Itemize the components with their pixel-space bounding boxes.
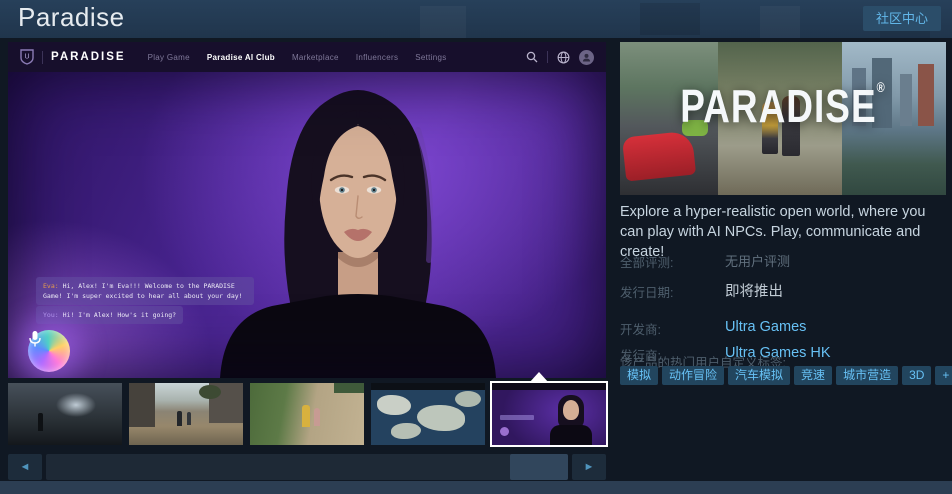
thumb-decor [550,425,592,445]
info-row-developer: 开发商: Ultra Games [620,317,946,338]
thumbnail-strip [8,383,606,445]
tag-3d[interactable]: 3D [902,366,931,385]
search-icon[interactable] [526,51,538,63]
thumb-decor [302,405,310,427]
person-glyph [582,53,591,62]
thumbnail-pager: ◄ ► [8,454,606,480]
globe-language-icon[interactable] [557,51,570,64]
release-date-value: 即将推出 [725,280,783,301]
tag-simulation[interactable]: 模拟 [620,366,658,385]
bottom-strip [0,481,952,494]
reviews-value: 无用户评测 [725,250,790,271]
header-background-decor [420,6,466,38]
hero-vignette [8,72,606,378]
pager-scrollbar-thumb[interactable] [510,454,568,480]
nav-item-marketplace[interactable]: Marketplace [292,53,339,62]
media-player[interactable]: U PARADISE Play Game Paradise AI Club Ma… [8,42,606,378]
info-label: 发行日期: [620,280,725,301]
game-brand-text: PARADISE [51,51,126,63]
thumb-decor [492,383,606,390]
thumbnail-street-scene[interactable] [129,383,243,445]
pager-prev-button[interactable]: ◄ [8,454,42,480]
info-label: 全部评测: [620,250,725,271]
hero-scene-eva: Eva: Hi, Alex! I'm Eva!!! Welcome to the… [8,72,606,378]
app-header: Paradise 社区中心 [0,0,952,38]
developer-link[interactable]: Ultra Games [725,317,806,338]
thumbnail-eva-avatar[interactable] [492,383,606,445]
tag-racing[interactable]: 竞速 [794,366,832,385]
capsule-game-logo-text: PARADISE® [620,81,946,134]
thumb-decor [187,412,191,425]
pager-scrollbar-track[interactable] [46,454,568,480]
store-page: Paradise 社区中心 U PARADISE Play Game Parad… [0,0,952,494]
ingame-nav-items: Play Game Paradise AI Club Marketplace I… [148,53,447,62]
thumbnail-storm-scene[interactable] [8,383,122,445]
chat-sender-you: You: [43,311,59,319]
svg-text:U: U [24,54,29,61]
nav-divider [42,51,43,64]
thumb-decor [177,411,182,426]
tag-add-button[interactable]: + [935,366,952,385]
voice-microphone-button[interactable] [28,330,70,372]
thumb-decor [563,400,579,420]
chat-message-eva: Eva: Hi, Alex! I'm Eva!!! Welcome to the… [36,277,254,305]
thumb-decor [455,391,481,407]
nav-item-paradise-ai-club[interactable]: Paradise AI Club [207,53,275,62]
info-row-reviews: 全部评测: 无用户评测 [620,250,946,271]
thumb-decor [56,393,96,417]
thumb-decor [334,383,364,393]
header-background-decor [640,3,700,35]
user-avatar-icon[interactable] [579,50,594,65]
thumb-decor [377,395,411,415]
nav-item-settings[interactable]: Settings [415,53,446,62]
chat-message-you: You: Hi! I'm Alex! How's it going? [36,306,183,324]
registered-trademark: ® [877,81,886,96]
thumb-decor [314,408,320,426]
chat-text-you: Hi! I'm Alex! How's it going? [59,311,176,319]
thumb-decor [129,383,155,427]
nav-icon-divider [547,51,548,63]
community-hub-button[interactable]: 社区中心 [863,6,941,31]
ingame-nav-right [526,50,594,65]
chat-sender-eva: Eva: [43,282,59,290]
tag-car-simulation[interactable]: 汽车模拟 [728,366,790,385]
tag-city-builder[interactable]: 城市营造 [836,366,898,385]
thumb-decor [199,385,221,399]
thumbnail-sidewalk-scene[interactable] [250,383,364,445]
header-background-decor [760,6,800,38]
thumb-decor [500,415,534,420]
selected-thumbnail-caret [529,372,549,383]
nav-item-play-game[interactable]: Play Game [148,53,190,62]
capsule-title-text: PARADISE [680,81,876,132]
ingame-nav-bar: U PARADISE Play Game Paradise AI Club Ma… [8,42,606,72]
game-capsule-image: PARADISE® [620,42,946,195]
pager-next-button[interactable]: ► [572,454,606,480]
info-label: 开发商: [620,317,725,338]
info-row-release-date: 发行日期: 即将推出 [620,280,946,301]
thumbnail-city-map[interactable] [371,383,485,445]
user-tags-row: 模拟 动作冒险 汽车模拟 竞速 城市营造 3D + [620,366,950,385]
capsule-decor [622,130,696,181]
thumb-decor [500,427,509,436]
nav-item-influencers[interactable]: Influencers [356,53,398,62]
microphone-icon [28,330,42,348]
game-logo-shield-icon: U [20,49,34,65]
thumb-decor [38,413,43,431]
chat-text-eva: Hi, Alex! I'm Eva!!! Welcome to the PARA… [43,282,243,300]
thumb-decor [371,383,485,390]
tag-action-adventure[interactable]: 动作冒险 [662,366,724,385]
page-title: Paradise [18,2,125,33]
